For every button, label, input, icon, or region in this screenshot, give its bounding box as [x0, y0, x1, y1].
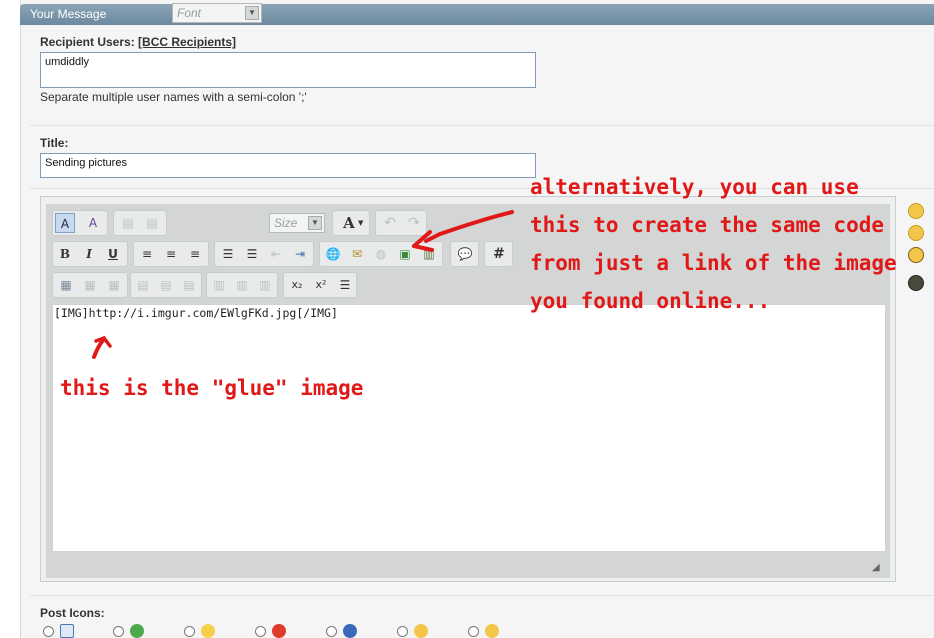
- annotation-right-line4: you found online...: [530, 289, 771, 313]
- post-icon-radio[interactable]: [397, 626, 408, 637]
- post-icon-radio[interactable]: [113, 626, 124, 637]
- question-icon: [343, 624, 357, 638]
- post-icons-label: Post Icons:: [40, 606, 105, 620]
- arrow-to-image-button: [424, 210, 514, 243]
- post-icon-radio[interactable]: [468, 626, 479, 637]
- smile-icon: [485, 624, 499, 638]
- annotation-arrows: [92, 210, 514, 359]
- post-icon-radio[interactable]: [255, 626, 266, 637]
- annotation-right-line1: alternatively, you can use: [530, 175, 859, 199]
- lightbulb-icon: [201, 624, 215, 638]
- exclamation-icon: [272, 624, 286, 638]
- divider: [30, 595, 934, 596]
- annotation-right-line2: this to create the same code: [530, 213, 885, 237]
- post-icon-radio[interactable]: [43, 626, 54, 637]
- arrow-circle-icon: [130, 624, 144, 638]
- document-icon: [60, 624, 74, 638]
- post-icon-radio[interactable]: [326, 626, 337, 637]
- post-icon-radio[interactable]: [184, 626, 195, 637]
- annotation-below: this is the "glue" image: [60, 376, 364, 400]
- cool-smiley-icon: [414, 624, 428, 638]
- annotation-right-line3: from just a link of the image: [530, 251, 897, 275]
